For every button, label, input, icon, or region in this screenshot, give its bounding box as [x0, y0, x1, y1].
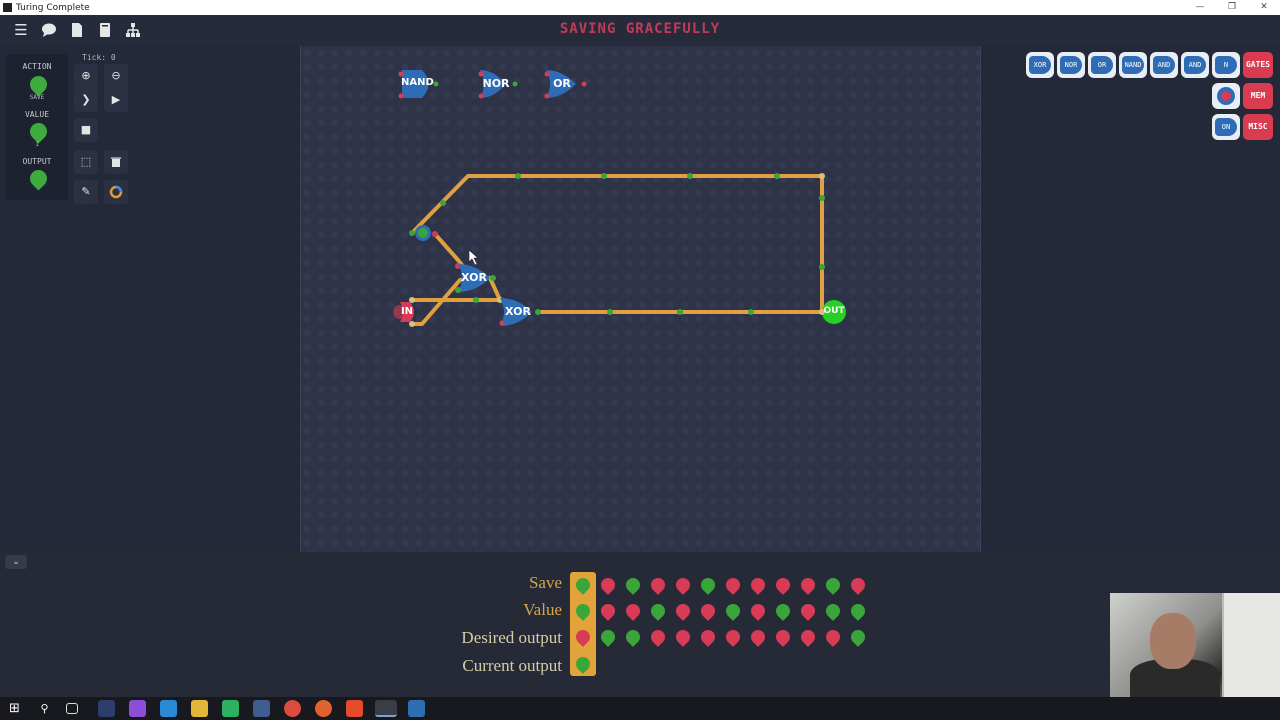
palette-or[interactable]: OR	[1088, 52, 1116, 78]
row-label-current: Current output	[462, 656, 562, 675]
folder-icon[interactable]	[191, 700, 208, 717]
palette-nand[interactable]: NAND	[1119, 52, 1147, 78]
play-icon[interactable]: ▶	[104, 88, 128, 112]
visual-studio-icon[interactable]	[129, 700, 146, 717]
tab-gates[interactable]: GATES	[1243, 52, 1273, 78]
collapse-chevron-icon[interactable]: ⌄	[5, 555, 27, 569]
window-titlebar: Turing Complete — ❐ ✕	[0, 0, 1280, 15]
xor1-label: XOR	[461, 271, 487, 284]
color-wheel-icon[interactable]	[104, 180, 128, 204]
test-panel	[0, 552, 1280, 697]
pycharm-icon[interactable]	[222, 700, 239, 717]
firefox-icon[interactable]	[315, 700, 332, 717]
circuit-board[interactable]: NAND NOR OR XOR XOR IN OUT	[300, 46, 981, 552]
xor2-label: XOR	[505, 305, 531, 318]
palette-not[interactable]: N	[1212, 52, 1240, 78]
turing-complete-taskbar-icon[interactable]	[375, 700, 397, 717]
select-icon[interactable]: ⬚	[74, 150, 98, 174]
mouse-cursor	[468, 249, 479, 266]
task-view-icon[interactable]	[66, 703, 78, 714]
action-indicator[interactable]	[26, 72, 51, 97]
vscode-icon[interactable]	[160, 700, 177, 717]
output-label-board: OUT	[823, 306, 845, 316]
app-icon	[3, 3, 12, 12]
wire-loop	[411, 174, 824, 314]
palette-on[interactable]: ON	[1212, 114, 1240, 140]
palette-nor[interactable]: NOR	[1057, 52, 1085, 78]
palette-and-3[interactable]: AND	[1181, 52, 1209, 78]
or-label: OR	[553, 77, 571, 90]
row-label-desired: Desired output	[461, 628, 562, 647]
app-icon-3[interactable]	[408, 700, 425, 717]
row-label-save: Save	[528, 573, 562, 592]
input-label: IN	[400, 306, 414, 317]
zoom-in-icon[interactable]: ⊕	[74, 64, 98, 88]
value-value: 1	[35, 141, 39, 148]
window-title: Turing Complete	[16, 2, 90, 13]
value-label: VALUE	[24, 110, 50, 119]
tab-mem[interactable]: MEM	[1243, 83, 1273, 109]
palette-xor[interactable]: XOR	[1026, 52, 1054, 78]
pencil-icon[interactable]: ✎	[74, 180, 98, 204]
palette-and[interactable]: AND	[1150, 52, 1178, 78]
output-indicator	[26, 166, 51, 191]
top-bar: ☰ SAVING GRACEFULLY	[0, 15, 1280, 46]
windows-start-icon[interactable]: ⊞	[6, 700, 23, 717]
search-icon[interactable]: ⚲	[36, 700, 53, 717]
minimize-button[interactable]: —	[1184, 0, 1216, 15]
action-label: ACTION	[22, 62, 52, 71]
maximize-button[interactable]: ❐	[1216, 0, 1248, 15]
webcam-overlay	[1110, 593, 1280, 699]
level-title: SAVING GRACEFULLY	[559, 21, 721, 37]
tick-counter: Tick: 0	[82, 53, 116, 62]
value-indicator[interactable]	[26, 119, 51, 144]
tab-misc[interactable]: MISC	[1243, 114, 1273, 140]
palette-register[interactable]	[1212, 83, 1240, 109]
nand-label: NAND	[401, 77, 434, 88]
action-value: SAVE	[29, 94, 45, 101]
wire-xor-link	[488, 276, 502, 302]
app-icon-2[interactable]	[253, 700, 270, 717]
nor-label: NOR	[482, 77, 510, 90]
step-icon[interactable]: ❯	[74, 88, 98, 112]
io-panel: ACTION SAVE VALUE 1 OUTPUT	[6, 54, 68, 200]
output-label: OUTPUT	[22, 157, 52, 166]
app-icon-1[interactable]	[98, 700, 115, 717]
brave-icon[interactable]	[346, 700, 363, 717]
close-button[interactable]: ✕	[1248, 0, 1280, 15]
chrome-icon[interactable]	[284, 700, 301, 717]
row-label-value: Value	[523, 600, 562, 619]
stop-icon[interactable]: ■	[74, 118, 98, 142]
delete-icon[interactable]	[104, 150, 128, 174]
zoom-out-icon[interactable]: ⊖	[104, 64, 128, 88]
taskbar: ⊞ ⚲	[0, 697, 1280, 720]
